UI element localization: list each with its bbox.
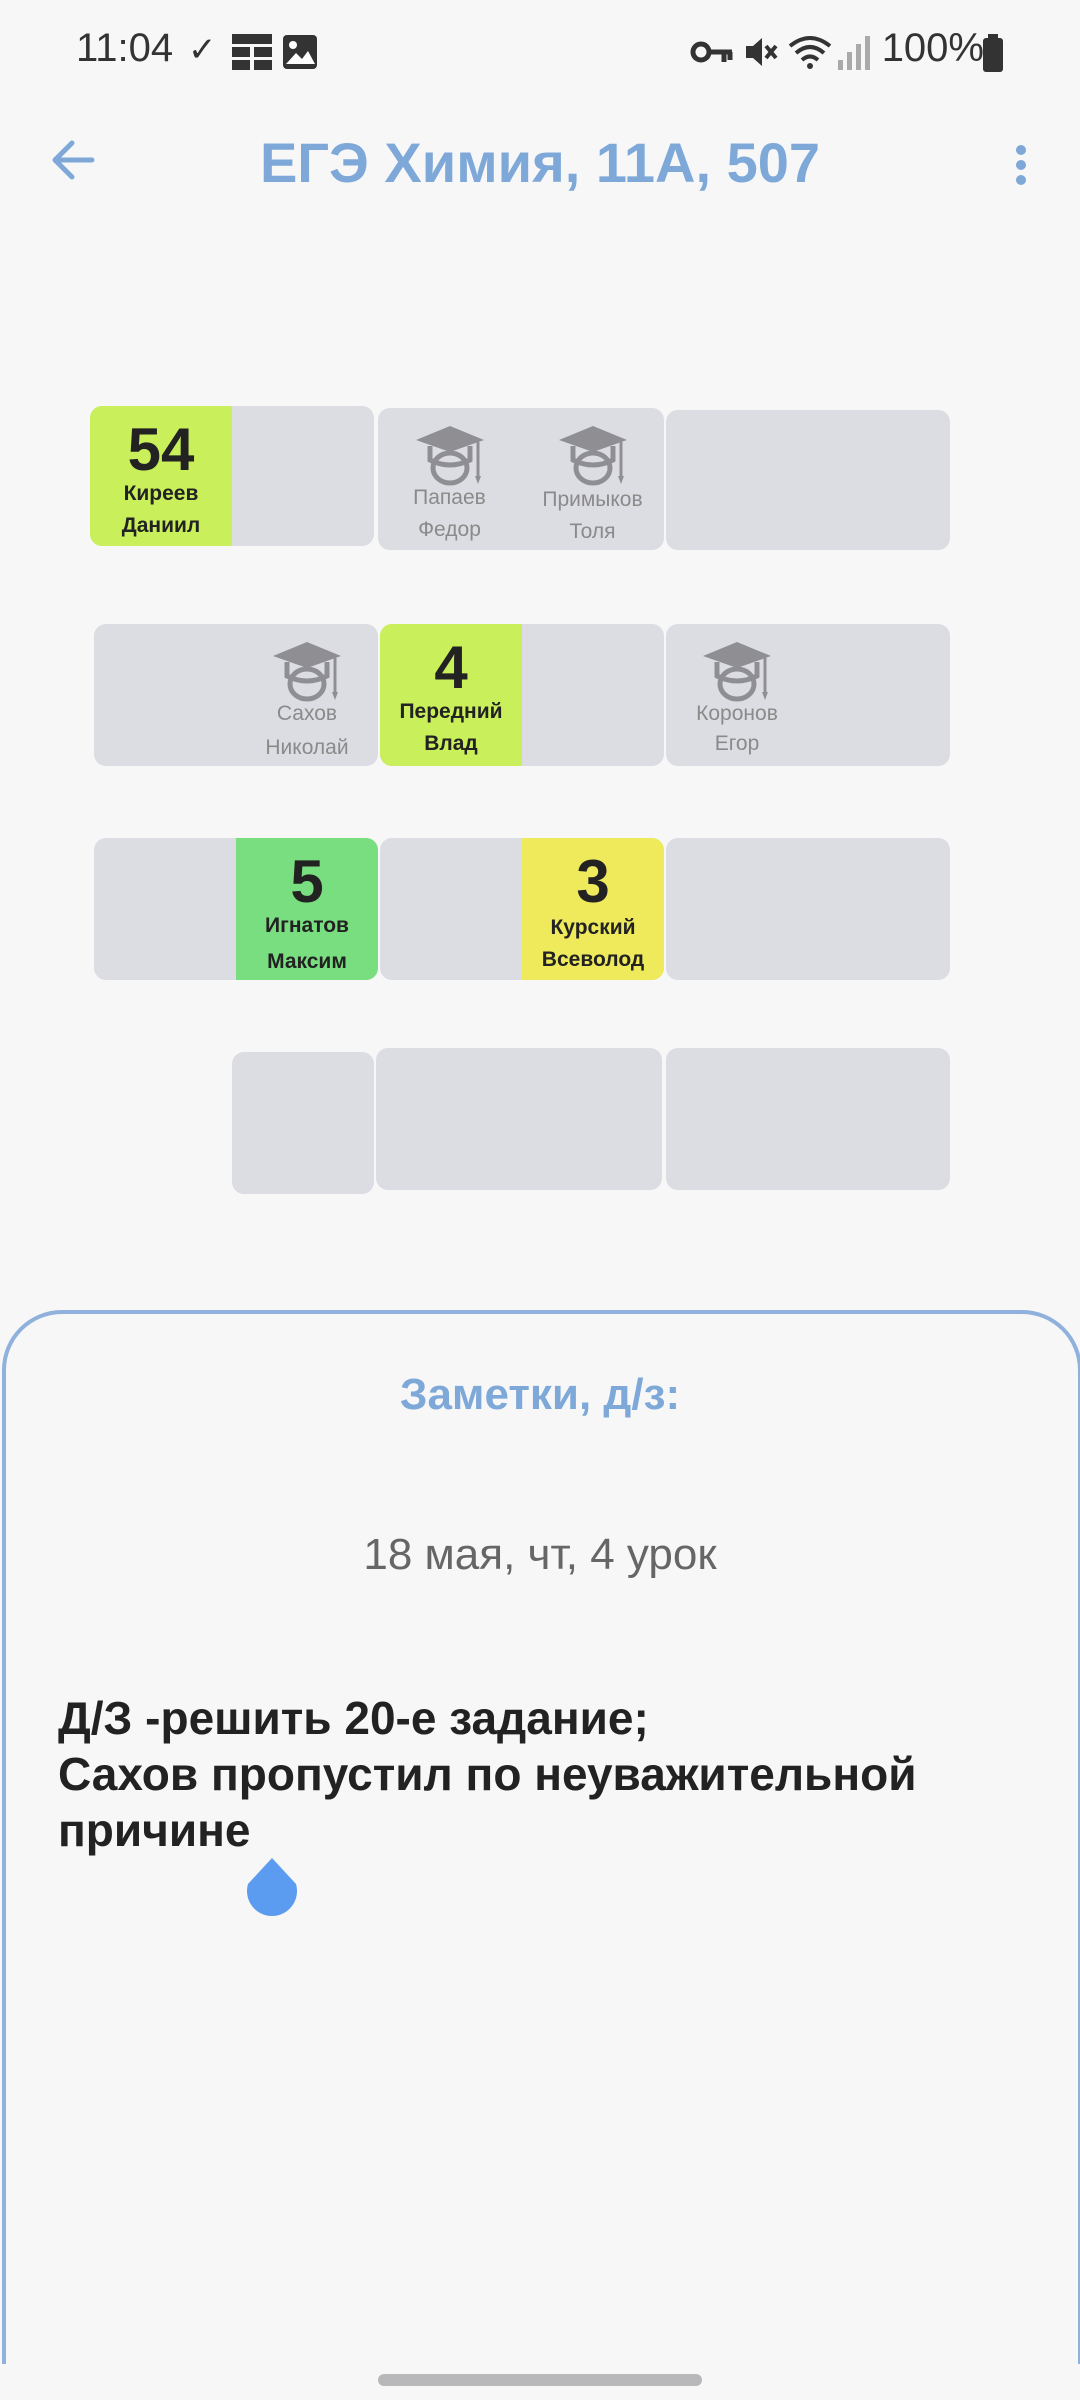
page-title: ЕГЭ Химия, 11А, 507 [259,131,821,194]
gesture-nav-bar[interactable] [378,2374,702,2386]
student-firstname: Даниил [121,514,201,537]
seat[interactable]: 4 Передний Влад [380,624,522,766]
desk-r3-c1[interactable]: 5 Игнатов Максим [94,838,378,980]
status-bar: 11:04 ✓ 100% [0,0,1080,100]
seat[interactable]: Папаев Федор [378,408,521,550]
student-surname: Курский [550,916,636,939]
student-surname: Передний [399,700,503,723]
notes-text-field[interactable]: Д/З -решить 20-е задание; Сахов пропусти… [58,1690,1038,1858]
seat[interactable]: Сахов Николай [236,624,378,766]
student-firstname: Всеволод [541,948,645,971]
image-icon [283,35,317,69]
desk-r3-c3[interactable] [666,838,950,980]
empty-seat[interactable] [232,406,374,546]
seat[interactable]: 54 Киреев Даниил [90,406,232,546]
seat[interactable]: 5 Игнатов Максим [236,838,378,980]
student-avatar-icon [273,642,341,702]
check-icon: ✓ [188,31,217,69]
empty-seat[interactable] [522,624,664,766]
empty-seat[interactable] [808,624,950,766]
student-avatar-icon [558,426,627,486]
lesson-date[interactable]: 18 мая, чт, 4 урок [0,1530,1080,1580]
desk-r1-c1[interactable]: 54 Киреев Даниил [90,406,374,546]
desk-r3-c2[interactable]: 3 Курский Всеволод [380,838,664,980]
student-surname: Примыков [542,488,643,511]
student-avatar-icon [703,642,771,702]
desk-r4-c2[interactable] [376,1048,662,1190]
desk-r2-c3[interactable]: Коронов Егор [666,624,950,766]
student-firstname: Толя [569,520,616,543]
student-surname: Коронов [696,702,778,725]
student-surname: Папаев [413,486,486,509]
empty-seat[interactable] [94,624,236,766]
desk-r1-c3[interactable] [666,410,950,550]
seat[interactable]: Примыков Толя [521,408,664,550]
battery-percent: 100% [881,26,984,70]
desk-r2-c2[interactable]: 4 Передний Влад [380,624,664,766]
seat[interactable]: 3 Курский Всеволод [522,838,664,980]
empty-seat[interactable] [94,838,236,980]
text-cursor-handle-icon[interactable] [244,1856,300,1922]
grid-icon [232,34,272,70]
student-surname: Киреев [123,482,199,505]
desk-r2-c1[interactable]: Сахов Николай [94,624,378,766]
status-time: 11:04 [76,26,174,70]
student-firstname: Егор [714,732,760,755]
desk-r4-c3[interactable] [666,1048,950,1190]
desk-r4-c1[interactable] [232,1052,374,1194]
student-firstname: Николай [265,736,349,759]
grade-mark: 3 [576,848,610,915]
student-surname: Сахов [276,702,338,725]
notes-title: Заметки, д/з: [399,1370,681,1419]
empty-seat[interactable] [380,838,522,980]
wifi-icon [788,36,832,69]
grade-mark: 5 [290,848,324,915]
student-firstname: Влад [424,732,478,755]
mute-icon [746,38,778,66]
student-firstname: Федор [418,518,481,541]
battery-icon [983,34,1003,72]
seat[interactable]: Коронов Егор [666,624,808,766]
signal-icon [838,36,870,70]
grade-mark: 4 [434,634,468,701]
more-options-icon[interactable] [1006,140,1036,200]
student-surname: Игнатов [265,914,349,937]
student-avatar-icon [415,426,484,486]
student-firstname: Максим [267,950,347,973]
grade-mark: 54 [127,416,195,483]
desk-r1-c2[interactable]: Папаев Федор Примыков Толя [378,408,664,550]
vpn-key-icon [690,41,733,63]
